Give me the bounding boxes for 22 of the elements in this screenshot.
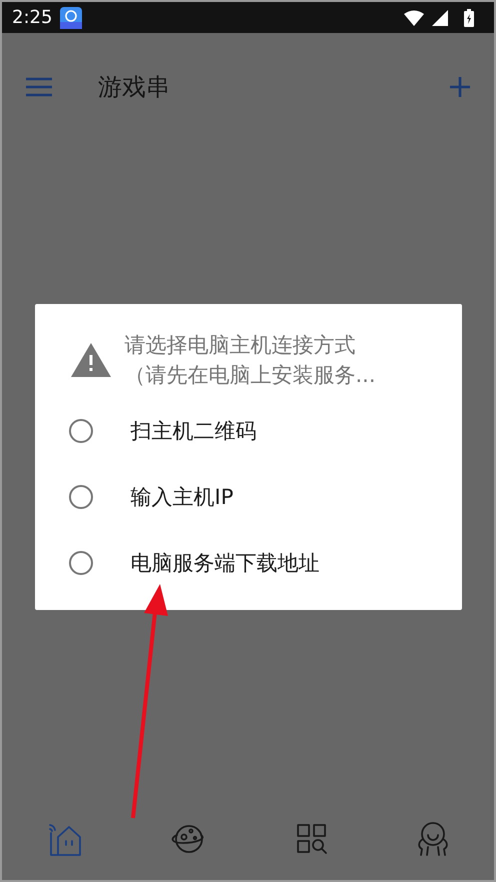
apps-search-icon [296, 823, 328, 855]
nav-tab[interactable] [296, 823, 328, 855]
radio-option[interactable]: 扫主机二维码 [34, 398, 462, 464]
warning-icon [70, 343, 110, 377]
wifi-icon [404, 10, 424, 26]
signal-icon [432, 10, 448, 26]
radio-button[interactable] [68, 485, 92, 509]
menu-button[interactable] [26, 77, 52, 97]
dialog-title: 请选择电脑主机连接方式 [124, 332, 356, 359]
radio-option[interactable]: 输入主机IP [34, 464, 462, 530]
radio-button[interactable] [68, 419, 92, 443]
option-label: 电脑服务端下载地址 [130, 550, 320, 577]
add-button[interactable] [450, 77, 470, 97]
option-label: 扫主机二维码 [130, 418, 256, 445]
app-title: 游戏串 [98, 72, 171, 103]
status-time: 2:25 [12, 7, 52, 28]
battery-icon [464, 8, 474, 26]
app-icon [60, 6, 82, 28]
radio-option[interactable]: 电脑服务端下载地址 [34, 530, 462, 596]
radio-button[interactable] [68, 551, 92, 575]
option-label: 输入主机IP [130, 484, 234, 511]
dialog-title: （请先在电脑上安装服务... [124, 362, 376, 389]
